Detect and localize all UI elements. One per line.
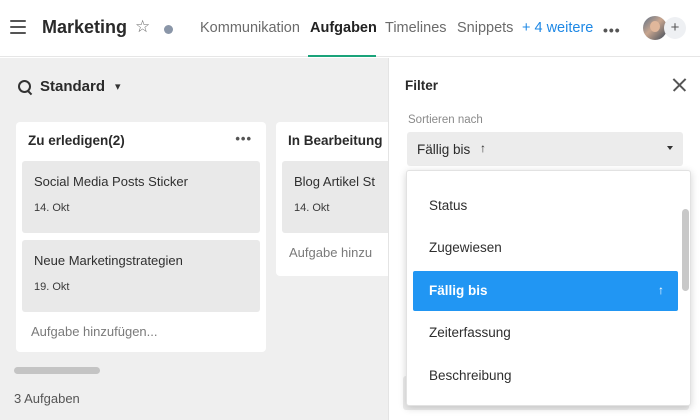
search-icon	[18, 79, 32, 94]
sort-select[interactable]: Fällig bis ↑	[407, 132, 683, 166]
option-zeiterfassung[interactable]: Zeiterfassung	[413, 313, 678, 353]
status-dot-icon	[164, 25, 173, 34]
task-title: Social Media Posts Sticker	[34, 174, 188, 189]
tab-kommunikation[interactable]: Kommunikation	[200, 20, 300, 36]
tab-aufgaben[interactable]: Aufgaben	[310, 20, 377, 36]
add-task-button[interactable]: Aufgabe hinzufügen...	[31, 324, 158, 339]
project-title: Marketing	[42, 17, 128, 37]
option-label: Fällig bis	[429, 283, 488, 298]
task-card[interactable]: Blog Artikel St 14. Okt	[282, 161, 388, 233]
task-due-date: 14. Okt	[34, 202, 70, 214]
task-count: 3 Aufgaben	[14, 391, 80, 406]
column-in-bearbeitung: In Bearbeitung Blog Artikel St 14. Okt A…	[276, 122, 388, 276]
column-title: In Bearbeitung	[288, 133, 383, 148]
option-label: Zeiterfassung	[429, 325, 511, 340]
tab-snippets[interactable]: Snippets	[457, 20, 513, 36]
vertical-scrollbar[interactable]	[682, 209, 689, 291]
task-title: Blog Artikel St	[294, 174, 375, 189]
task-title: Neue Marketingstrategien	[34, 253, 183, 268]
arrow-up-icon: ↑	[658, 283, 664, 297]
top-bar: Marketing ☆ Kommunikation Aufgaben Timel…	[0, 0, 700, 57]
filter-title: Filter	[405, 78, 439, 93]
hamburger-menu-icon[interactable]	[10, 20, 26, 34]
task-card[interactable]: Social Media Posts Sticker 14. Okt	[22, 161, 260, 233]
option-label: Zugewiesen	[429, 240, 502, 255]
option-label: Status	[429, 198, 468, 213]
view-label: Standard	[40, 78, 106, 95]
sort-label: Sortieren nach	[408, 114, 483, 126]
column-zu-erledigen: Zu erledigen(2) ••• Social Media Posts S…	[16, 122, 266, 352]
column-menu-icon[interactable]: •••	[235, 131, 252, 146]
column-title: Zu erledigen(2)	[28, 133, 125, 148]
tab-more[interactable]: + 4 weitere	[522, 20, 593, 36]
close-icon[interactable]	[671, 76, 689, 94]
more-options-icon[interactable]: •••	[603, 22, 621, 38]
tab-timelines[interactable]: Timelines	[385, 20, 447, 36]
arrow-up-icon: ↑	[480, 141, 486, 155]
sort-value: Fällig bis	[417, 142, 471, 157]
task-card[interactable]: Neue Marketingstrategien 19. Okt	[22, 240, 260, 312]
chevron-down-icon: ▾	[115, 81, 121, 93]
task-due-date: 14. Okt	[294, 202, 330, 214]
view-selector[interactable]: Standard ▾	[18, 78, 121, 95]
add-task-button[interactable]: Aufgabe hinzu	[289, 245, 372, 260]
option-faellig-bis[interactable]: Fällig bis ↑	[413, 271, 678, 311]
task-due-date: 19. Okt	[34, 281, 70, 293]
option-beschreibung[interactable]: Beschreibung	[413, 356, 678, 396]
sort-dropdown: Status Zugewiesen Fällig bis ↑ Zeiterfas…	[406, 170, 691, 406]
option-label: Beschreibung	[429, 368, 512, 383]
horizontal-scrollbar[interactable]	[14, 367, 100, 374]
caret-down-icon	[667, 146, 673, 150]
active-tab-indicator	[308, 55, 376, 57]
option-zugewiesen[interactable]: Zugewiesen	[413, 228, 678, 268]
add-member-button[interactable]: +	[664, 17, 686, 39]
option-status[interactable]: Status	[413, 186, 678, 226]
star-icon[interactable]: ☆	[135, 18, 153, 36]
